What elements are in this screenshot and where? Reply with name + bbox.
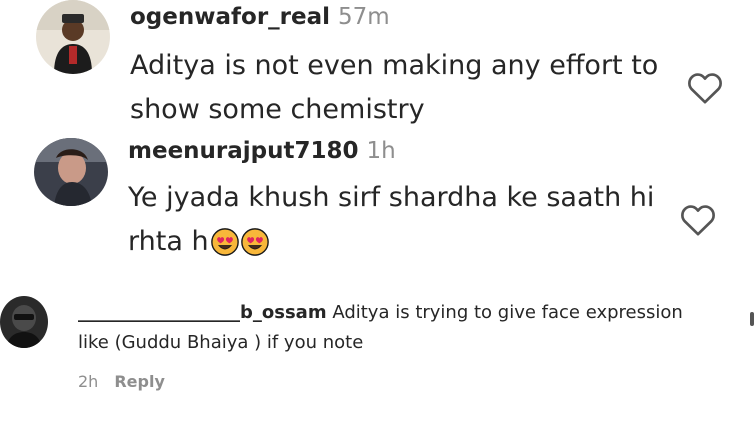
comment-username[interactable]: ogenwafor_real 57m xyxy=(130,4,390,30)
comment-time: 2h xyxy=(78,372,99,391)
user-avatar-photo xyxy=(0,296,48,348)
comment-username[interactable]: __________________b_ossam xyxy=(78,302,327,323)
comment-time: 1h xyxy=(366,138,396,164)
user-avatar-photo xyxy=(36,0,110,74)
comment-text: Ye jyada khush sirf shardha ke saath hi … xyxy=(128,182,655,257)
heart-outline-icon[interactable] xyxy=(678,200,718,240)
avatar[interactable] xyxy=(34,138,108,206)
reply-comment-body: __________________b_ossam Aditya is tryi… xyxy=(78,298,698,358)
avatar[interactable] xyxy=(0,296,48,348)
username-text[interactable]: meenurajput7180 xyxy=(128,138,359,164)
heart-eyes-emoji-icon xyxy=(210,228,239,256)
comment-text-block: Ye jyada khush sirf shardha ke saath hi … xyxy=(128,176,678,264)
comment-meta: 2h Reply xyxy=(78,372,165,391)
heart-eyes-emoji-icon xyxy=(240,228,269,256)
avatar[interactable] xyxy=(36,0,110,74)
comment-time: 57m xyxy=(338,4,390,30)
heart-outline-icon[interactable] xyxy=(685,68,725,108)
reply-button[interactable]: Reply xyxy=(114,372,165,391)
comment-text: Aditya is not even making any effort to … xyxy=(130,50,659,125)
comment-username[interactable]: meenurajput7180 1h xyxy=(128,138,396,164)
username-text[interactable]: ogenwafor_real xyxy=(130,4,330,30)
comments-panel: ogenwafor_real 57m Aditya is not even mak… xyxy=(0,0,754,424)
user-avatar-photo xyxy=(34,138,108,206)
scrollbar-edge xyxy=(750,312,754,326)
